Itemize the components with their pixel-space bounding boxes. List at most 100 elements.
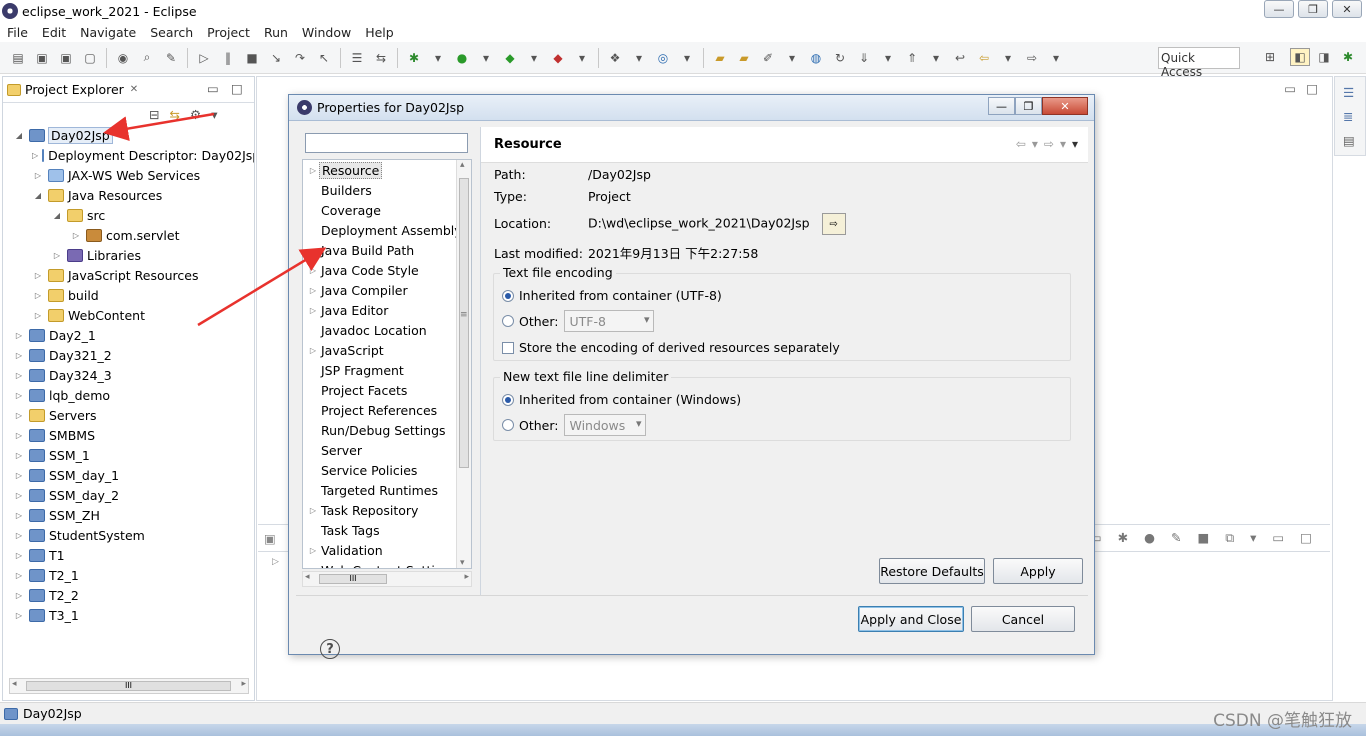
tree-item[interactable]: ▷ SSM_day_1 bbox=[3, 465, 254, 485]
scrollbar-thumb[interactable] bbox=[459, 178, 469, 468]
save-icon[interactable]: ▣ bbox=[32, 49, 52, 67]
project-explorer-tab[interactable]: Project Explorer ✕ ▭ □ bbox=[3, 77, 254, 103]
tree-item[interactable]: ▷ com.servlet bbox=[3, 225, 254, 245]
step-return-icon[interactable]: ↖ bbox=[314, 49, 334, 67]
chevron-down-icon[interactable]: ▾ bbox=[878, 49, 898, 67]
java-perspective-icon[interactable]: ◨ bbox=[1314, 48, 1334, 66]
page-list-vertical-scrollbar[interactable]: ▴ ≡ ▾ bbox=[456, 160, 471, 568]
scroll-left-icon[interactable]: ◂ bbox=[12, 679, 17, 689]
profile-icon[interactable]: ◉ bbox=[113, 49, 133, 67]
chevron-down-icon[interactable]: ▾ bbox=[428, 49, 448, 67]
tree-item[interactable]: ▷ Day324_3 bbox=[3, 365, 254, 385]
radio-selected[interactable] bbox=[502, 393, 514, 406]
collapsed-arrow-icon[interactable]: ▷ bbox=[32, 171, 44, 180]
forward-icon[interactable]: ⇨ bbox=[1044, 137, 1054, 151]
suspend-icon[interactable]: ‖ bbox=[218, 49, 238, 67]
close-window-button[interactable]: ✕ bbox=[1332, 0, 1362, 18]
menu-run[interactable]: Run bbox=[257, 25, 295, 40]
run-server-icon[interactable]: ◆ bbox=[500, 49, 520, 67]
debug-perspective-icon[interactable]: ✱ bbox=[1338, 48, 1358, 66]
tree-item[interactable]: ▷ JAX-WS Web Services bbox=[3, 165, 254, 185]
globe-icon[interactable]: ◍ bbox=[806, 49, 826, 67]
maximize-view-icon[interactable]: □ bbox=[1306, 81, 1318, 96]
property-page-item[interactable]: Targeted Runtimes bbox=[303, 480, 471, 500]
radio-selected[interactable] bbox=[502, 289, 514, 302]
encoding-combo[interactable]: UTF-8 bbox=[564, 310, 655, 332]
chevron-down-icon[interactable]: ▾ bbox=[677, 49, 697, 67]
collapsed-arrow-icon[interactable]: ▷ bbox=[13, 451, 25, 460]
menu-search[interactable]: Search bbox=[143, 25, 200, 40]
search-icon[interactable]: ⌕ bbox=[137, 49, 157, 67]
chevron-down-icon[interactable]: ▾ bbox=[1060, 137, 1066, 151]
chevron-down-icon[interactable]: ▾ bbox=[782, 49, 802, 67]
javaee-perspective-icon[interactable]: ◧ bbox=[1290, 48, 1310, 66]
filter-icon[interactable]: ⚙ bbox=[190, 107, 201, 122]
tree-item[interactable]: ▷ JavaScript Resources bbox=[3, 265, 254, 285]
cancel-button[interactable]: Cancel bbox=[971, 606, 1075, 632]
pen-icon[interactable]: ✐ bbox=[758, 49, 778, 67]
tree-item[interactable]: ◢ src bbox=[3, 205, 254, 225]
chevron-down-icon[interactable]: ▾ bbox=[476, 49, 496, 67]
maximize-view-icon[interactable]: □ bbox=[231, 81, 243, 96]
outline-icon[interactable]: ☰ bbox=[1343, 85, 1354, 100]
collapsed-arrow-icon[interactable]: ▷ bbox=[13, 471, 25, 480]
expand-icon[interactable]: ▷ bbox=[272, 557, 279, 567]
prev-annotation-icon[interactable]: ⇑ bbox=[902, 49, 922, 67]
forward-icon[interactable]: ⇨ bbox=[1022, 49, 1042, 67]
tree-item[interactable]: ▷ StudentSystem bbox=[3, 525, 254, 545]
external-tools-icon[interactable]: ◆ bbox=[548, 49, 568, 67]
collapsed-arrow-icon[interactable]: ▷ bbox=[13, 571, 25, 580]
scrollbar-thumb[interactable]: III bbox=[319, 574, 387, 584]
quick-access-input[interactable]: Quick Access bbox=[1158, 47, 1240, 79]
scroll-right-icon[interactable]: ▸ bbox=[241, 679, 246, 689]
property-page-item[interactable]: Project Facets bbox=[303, 380, 471, 400]
property-page-item[interactable]: Web Content Settings bbox=[303, 560, 471, 569]
tree-item[interactable]: ▷ T2_2 bbox=[3, 585, 254, 605]
tree-item[interactable]: ▷ build bbox=[3, 285, 254, 305]
expanded-arrow-icon[interactable]: ◢ bbox=[51, 211, 63, 220]
tree-item[interactable]: ▷ Servers bbox=[3, 405, 254, 425]
step-over-icon[interactable]: ↷ bbox=[290, 49, 310, 67]
property-page-item[interactable]: ▷ Task Repository bbox=[303, 500, 471, 520]
open-folder-icon[interactable]: ▰ bbox=[734, 49, 754, 67]
new-icon[interactable]: ▤ bbox=[8, 49, 28, 67]
tree-item[interactable]: ▷ lqb_demo bbox=[3, 385, 254, 405]
delimiter-combo[interactable]: Windows bbox=[564, 414, 647, 436]
back-icon[interactable]: ⇦ bbox=[974, 49, 994, 67]
encoding-other-option[interactable]: Other: UTF-8 bbox=[502, 310, 655, 332]
close-tab-icon[interactable]: ✕ bbox=[130, 84, 138, 95]
collapsed-arrow-icon[interactable]: ▷ bbox=[13, 411, 25, 420]
collapsed-arrow-icon[interactable]: ▷ bbox=[13, 351, 25, 360]
store-encoding-option[interactable]: Store the encoding of derived resources … bbox=[502, 340, 840, 355]
tree-item[interactable]: ◢ Day02Jsp bbox=[3, 125, 254, 145]
encoding-inherited-option[interactable]: Inherited from container (UTF-8) bbox=[502, 288, 722, 303]
minimize-view-icon[interactable]: ▭ bbox=[1284, 81, 1296, 96]
link-icon[interactable]: ⇆ bbox=[371, 49, 391, 67]
open-type-icon[interactable]: ▰ bbox=[710, 49, 730, 67]
tree-item[interactable]: ▷ Deployment Descriptor: Day02Jsp bbox=[3, 145, 254, 165]
tree-item[interactable]: ▷ Day2_1 bbox=[3, 325, 254, 345]
collapsed-arrow-icon[interactable]: ▷ bbox=[13, 391, 25, 400]
property-page-item[interactable]: JSP Fragment bbox=[303, 360, 471, 380]
collapsed-arrow-icon[interactable]: ▷ bbox=[13, 431, 25, 440]
tree-item[interactable]: ▷ T3_1 bbox=[3, 605, 254, 625]
new-wizard-icon[interactable]: ❖ bbox=[605, 49, 625, 67]
step-into-icon[interactable]: ↘ bbox=[266, 49, 286, 67]
collapsed-arrow-icon[interactable]: ▷ bbox=[32, 291, 44, 300]
collapsed-arrow-icon[interactable]: ▷ bbox=[32, 151, 38, 160]
collapse-all-icon[interactable]: ⊟ bbox=[149, 107, 159, 122]
dialog-maximize-button[interactable]: ❐ bbox=[1015, 97, 1042, 115]
checkbox[interactable] bbox=[502, 341, 514, 354]
tree-item[interactable]: ▷ SSM_1 bbox=[3, 445, 254, 465]
next-annotation-icon[interactable]: ⇓ bbox=[854, 49, 874, 67]
menu-edit[interactable]: Edit bbox=[35, 25, 73, 40]
markers-icon[interactable]: ▣ bbox=[264, 531, 276, 546]
scroll-up-icon[interactable]: ▴ bbox=[460, 160, 465, 170]
collapsed-arrow-icon[interactable]: ▷ bbox=[13, 531, 25, 540]
tree-item[interactable]: ▷ T2_1 bbox=[3, 565, 254, 585]
property-page-item[interactable]: Run/Debug Settings bbox=[303, 420, 471, 440]
maximize-button[interactable]: ❐ bbox=[1298, 0, 1328, 18]
filter-input[interactable] bbox=[305, 133, 468, 153]
collapsed-arrow-icon[interactable]: ▷ bbox=[307, 546, 319, 555]
notes-icon[interactable]: ▤ bbox=[1343, 133, 1355, 148]
